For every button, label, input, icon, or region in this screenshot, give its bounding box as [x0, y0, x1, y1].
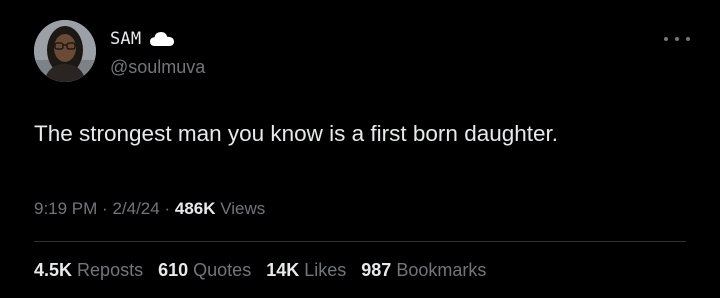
quotes-count: 610 — [158, 260, 189, 280]
tweet-card: SAM @soulmuva The strongest man you know… — [0, 0, 720, 298]
tweet-meta: 9:19 PM · 2/4/24 · 486K Views — [34, 199, 265, 219]
reposts-count: 4.5K — [34, 260, 73, 280]
views-count: 486K — [174, 199, 216, 218]
avatar[interactable] — [34, 20, 96, 82]
reposts-label: Reposts — [77, 260, 144, 280]
display-name[interactable]: SAM — [110, 29, 141, 49]
bookmarks-stat[interactable]: 987 Bookmarks — [361, 260, 486, 281]
engagement-stats: 4.5K Reposts 610 Quotes 14K Likes 987 Bo… — [34, 260, 486, 281]
reposts-stat[interactable]: 4.5K Reposts — [34, 260, 143, 281]
avatar-image — [34, 20, 96, 82]
meta-separator: · — [102, 199, 108, 218]
likes-count: 14K — [266, 260, 300, 280]
meta-separator: · — [164, 199, 171, 218]
bookmarks-count: 987 — [361, 260, 392, 280]
likes-stat[interactable]: 14K Likes — [266, 260, 346, 281]
more-horizontal-icon[interactable] — [664, 29, 690, 49]
quotes-label: Quotes — [193, 260, 252, 280]
tweet-time[interactable]: 9:19 PM — [34, 199, 97, 218]
name-row: SAM — [110, 27, 205, 51]
author-block: SAM @soulmuva — [110, 27, 205, 78]
bookmarks-label: Bookmarks — [396, 260, 487, 280]
views-label: Views — [220, 199, 266, 218]
cloud-icon — [149, 30, 175, 48]
quotes-stat[interactable]: 610 Quotes — [158, 260, 251, 281]
user-handle[interactable]: @soulmuva — [110, 57, 205, 78]
tweet-date[interactable]: 2/4/24 — [112, 199, 159, 218]
tweet-text: The strongest man you know is a first bo… — [34, 121, 559, 146]
likes-label: Likes — [304, 260, 347, 280]
divider — [34, 241, 686, 242]
